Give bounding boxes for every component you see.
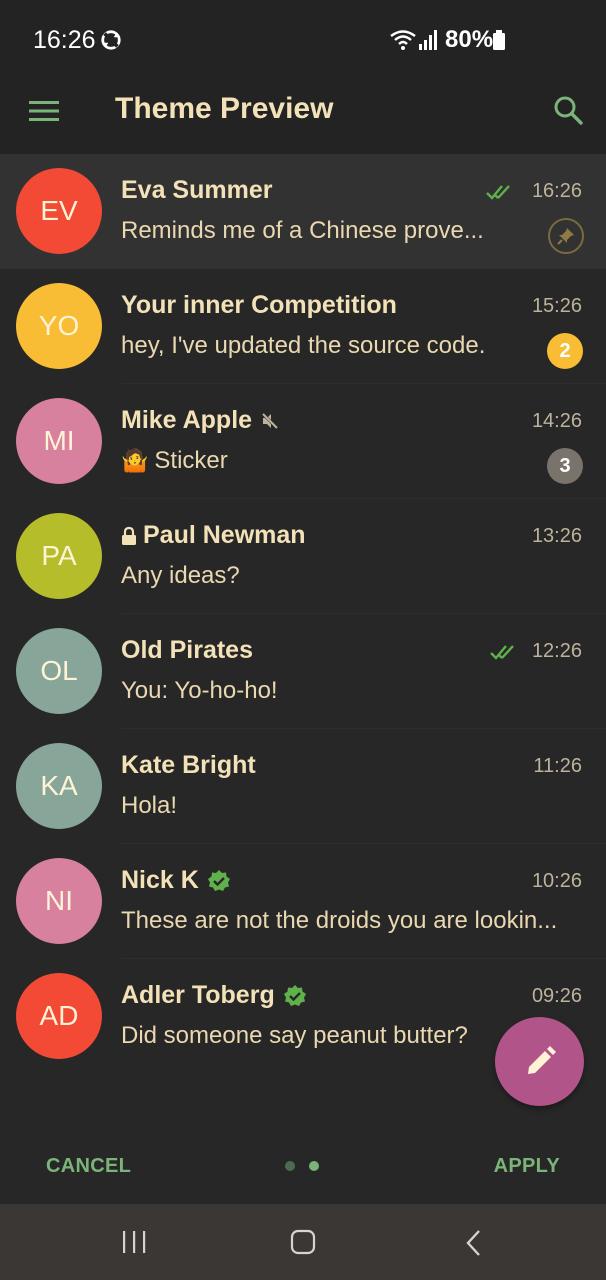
chat-name-text: Your inner Competition [121, 291, 397, 319]
sticker-emoji: 🤷 [121, 448, 149, 473]
unread-count-badge: 2 [547, 333, 583, 369]
sync-icon [101, 30, 121, 50]
avatar-initials: OL [40, 655, 78, 686]
chat-name: Mike Apple [121, 406, 280, 435]
chat-name: Adler Toberg [121, 981, 307, 1010]
chat-row-nick-k[interactable]: NI Nick K 10:26 These are not the droids… [0, 844, 606, 959]
chat-row-mike-apple[interactable]: MI Mike Apple 14:26 🤷 Sticker 3 [0, 384, 606, 499]
unread-count: 2 [559, 339, 571, 362]
chat-row-your-inner-competition[interactable]: YO Your inner Competition 15:26 hey, I'v… [0, 269, 606, 384]
avatar-initials: PA [41, 540, 77, 571]
page-dot-2[interactable] [309, 1161, 319, 1171]
chat-name: Old Pirates [121, 636, 253, 665]
chat-message: Any ideas? [121, 562, 240, 589]
page-indicator [285, 1161, 319, 1171]
compose-fab-button[interactable] [495, 1017, 584, 1106]
unread-count-badge: 3 [547, 448, 583, 484]
avatar-initials: YO [38, 310, 80, 341]
wifi-icon [390, 30, 416, 50]
search-icon[interactable] [553, 95, 583, 125]
lock-icon [122, 526, 136, 545]
chat-message: hey, I've updated the source code. [121, 332, 486, 359]
chat-row-paul-newman[interactable]: PA Paul Newman 13:26 Any ideas? [0, 499, 606, 614]
pin-badge [548, 218, 584, 254]
chat-name: Paul Newman [121, 521, 306, 550]
app-bar: Theme Preview [0, 80, 606, 154]
page-dot-1[interactable] [285, 1161, 295, 1171]
verified-icon [207, 869, 230, 891]
chat-name-text: Nick K [121, 866, 199, 894]
avatar: KA [16, 743, 102, 829]
double-check-icon [486, 185, 510, 200]
pin-icon [557, 228, 574, 245]
avatar: EV [16, 168, 102, 254]
unread-count: 3 [559, 454, 571, 477]
muted-icon [260, 411, 280, 430]
chat-row-old-pirates[interactable]: OL Old Pirates 12:26 You: Yo-ho-ho! [0, 614, 606, 729]
hamburger-menu-icon[interactable] [29, 98, 59, 124]
chat-message: Did someone say peanut butter? [121, 1022, 468, 1049]
cancel-button[interactable]: CANCEL [46, 1155, 131, 1178]
double-check-icon [490, 645, 514, 660]
chat-name-text: Kate Bright [121, 751, 256, 779]
chat-time: 15:26 [531, 295, 582, 317]
chat-time: 14:26 [531, 410, 582, 432]
status-bar: 16:26 80% [0, 0, 606, 80]
page-title: Theme Preview [115, 92, 334, 125]
system-nav-bar [0, 1204, 606, 1280]
avatar: NI [16, 858, 102, 944]
chat-name-text: Paul Newman [143, 521, 306, 549]
status-time: 16:26 [33, 26, 96, 54]
chat-time: 16:26 [531, 180, 582, 202]
chat-name: Your inner Competition [121, 291, 397, 320]
sticker-label: Sticker [154, 447, 228, 474]
avatar-initials: NI [45, 885, 73, 916]
avatar-initials: EV [40, 195, 78, 226]
chat-list: EV Eva Summer 16:26 Reminds me of a Chin… [0, 154, 606, 1074]
apply-button[interactable]: APPLY [494, 1155, 560, 1178]
chat-name-text: Mike Apple [121, 406, 253, 434]
chat-name-text: Old Pirates [121, 636, 253, 664]
chat-message: Reminds me of a Chinese prove... [121, 217, 484, 244]
verified-icon [283, 984, 306, 1006]
battery-icon [493, 30, 505, 50]
chat-name-text: Adler Toberg [121, 981, 275, 1009]
chat-message: Hola! [121, 792, 178, 819]
chat-message: These are not the droids you are lookin.… [121, 907, 558, 934]
chat-message: 🤷 Sticker [121, 447, 228, 475]
avatar: YO [16, 283, 102, 369]
chat-time: 09:26 [531, 985, 582, 1007]
avatar: OL [16, 628, 102, 714]
chat-time: 13:26 [531, 525, 582, 547]
recents-icon[interactable] [121, 1230, 147, 1254]
chat-time: 12:26 [531, 640, 582, 662]
avatar: MI [16, 398, 102, 484]
avatar-initials: MI [43, 425, 75, 456]
avatar: PA [16, 513, 102, 599]
home-icon[interactable] [290, 1229, 316, 1255]
bottom-action-bar: CANCEL APPLY [0, 1128, 606, 1204]
avatar-initials: KA [40, 770, 78, 801]
chat-time: 10:26 [531, 870, 582, 892]
back-icon[interactable] [464, 1229, 484, 1257]
chat-name: Nick K [121, 866, 231, 895]
chat-message: You: Yo-ho-ho! [121, 677, 278, 704]
chat-name: Eva Summer [121, 176, 272, 205]
chat-name-text: Eva Summer [121, 176, 273, 204]
chat-row-eva-summer[interactable]: EV Eva Summer 16:26 Reminds me of a Chin… [0, 154, 606, 269]
battery-percent: 80% [445, 26, 494, 53]
avatar: AD [16, 973, 102, 1059]
signal-icon [419, 30, 437, 50]
chat-row-kate-bright[interactable]: KA Kate Bright 11:26 Hola! [0, 729, 606, 844]
avatar-initials: AD [39, 1000, 79, 1031]
pencil-icon [527, 1045, 556, 1074]
chat-name: Kate Bright [121, 751, 256, 780]
chat-time: 11:26 [533, 755, 582, 777]
